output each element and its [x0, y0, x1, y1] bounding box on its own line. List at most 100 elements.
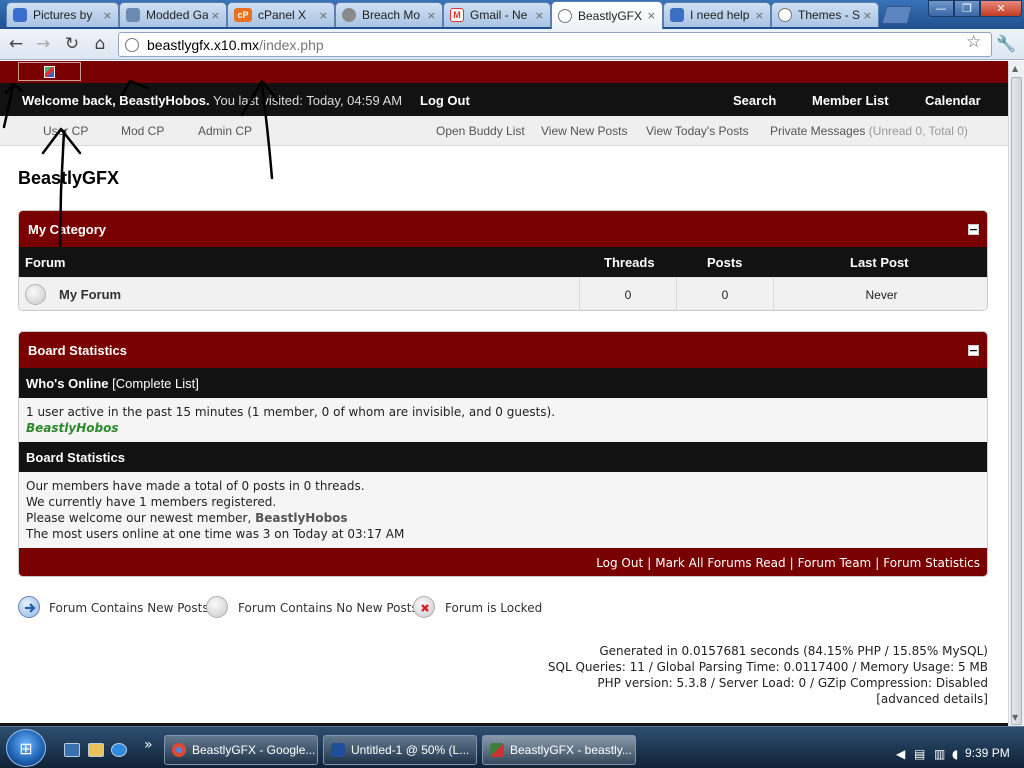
scroll-thumb[interactable] — [1011, 77, 1022, 725]
tab-title: cPanel X — [258, 8, 307, 22]
collapse-icon[interactable]: − — [968, 345, 979, 356]
separator: | — [647, 556, 652, 570]
last-visited: You last visited: Today, 04:59 AM — [209, 93, 403, 108]
close-window-icon[interactable]: ✕ — [980, 0, 1022, 17]
explorer-icon[interactable] — [88, 743, 104, 757]
gmail-favicon: M — [450, 8, 464, 22]
whos-online-header: Who's Online [Complete List] — [19, 368, 987, 398]
legend-no-new-posts: Forum Contains No New Posts — [238, 601, 418, 615]
separator: | — [789, 556, 794, 570]
ftp-client-icon — [490, 743, 504, 757]
scroll-down-icon[interactable]: ▼ — [1012, 713, 1018, 722]
url-path: /index.php — [259, 36, 324, 53]
debug-sql: SQL Queries: 11 / Global Parsing Time: 0… — [547, 660, 988, 674]
taskbar-photoshop[interactable]: Untitled-1 @ 50% (L... — [323, 735, 477, 765]
tab-close-icon[interactable]: × — [535, 9, 544, 22]
tab-modded[interactable]: Modded Ga × — [119, 2, 227, 27]
admin-cp-link[interactable]: Admin CP — [198, 124, 252, 138]
online-user-link[interactable]: BeastlyHobos — [26, 420, 980, 436]
tab-close-icon[interactable]: × — [755, 9, 764, 22]
more-quicklaunch-icon[interactable]: » — [144, 737, 153, 753]
windows-start-icon[interactable]: ⊞ — [6, 729, 46, 767]
bookmark-star-icon[interactable]: ☆ — [966, 32, 981, 52]
col-posts: Posts — [707, 255, 743, 270]
tab-title: I need help — [690, 8, 750, 22]
private-messages-link[interactable]: Private Messages (Unread 0, Total 0) — [770, 124, 968, 138]
new-tab-button[interactable] — [881, 6, 913, 24]
tab-favicon — [126, 8, 140, 22]
mod-cp-link[interactable]: Mod CP — [121, 124, 164, 138]
windows-taskbar: ⊞ » BeastlyGFX - Google... Untitled-1 @ … — [0, 726, 1024, 768]
broken-logo-image[interactable] — [18, 62, 81, 81]
tab-cpanel[interactable]: cP cPanel X × — [227, 2, 335, 27]
todays-posts-link[interactable]: View Today's Posts — [646, 124, 749, 138]
home-icon[interactable]: ⌂ — [88, 33, 112, 55]
user-panel-bar: User CP Mod CP Admin CP Open Buddy List … — [0, 116, 1008, 146]
ie-icon[interactable] — [111, 743, 127, 757]
taskbar-ftp-client[interactable]: BeastlyGFX - beastly... — [482, 735, 636, 765]
maximize-icon[interactable]: ❐ — [954, 0, 980, 17]
category-title[interactable]: My Category — [28, 222, 106, 237]
advanced-details-link[interactable]: [advanced details] — [548, 691, 988, 707]
tab-title: Themes - S — [798, 8, 860, 22]
taskbar-clock[interactable]: 9:39 PM — [965, 746, 1010, 760]
mark-read-link[interactable]: Mark All Forums Read — [655, 556, 785, 570]
threads-count: 0 — [579, 278, 676, 310]
new-posts-link[interactable]: View New Posts — [541, 124, 627, 138]
collapse-icon[interactable]: − — [968, 224, 979, 235]
wrench-icon[interactable]: 🔧 — [996, 34, 1016, 53]
globe-favicon — [558, 8, 572, 23]
tab-close-icon[interactable]: × — [211, 9, 220, 22]
forward-arrow-icon[interactable]: → — [31, 33, 55, 55]
tab-themes[interactable]: Themes - S × — [771, 2, 879, 27]
tab-title: Breach Mo — [362, 8, 421, 22]
tab-gmail[interactable]: M Gmail - Ne × — [443, 2, 551, 27]
tab-close-icon[interactable]: × — [647, 9, 656, 22]
search-link[interactable]: Search — [733, 93, 776, 108]
stats-line-posts: Our members have made a total of 0 posts… — [26, 479, 365, 493]
forum-status-legend: Forum Contains New Posts Forum Contains … — [18, 596, 618, 620]
calendar-link[interactable]: Calendar — [925, 93, 981, 108]
tab-close-icon[interactable]: × — [103, 9, 112, 22]
vertical-scrollbar[interactable]: ▲ ▼ — [1008, 61, 1024, 726]
reload-icon[interactable]: ↻ — [60, 33, 84, 55]
category-header: My Category − — [19, 211, 987, 247]
footer-logout-link[interactable]: Log Out — [596, 556, 643, 570]
complete-list-link[interactable]: [Complete List] — [109, 376, 199, 391]
no-new-posts-icon — [206, 596, 228, 618]
address-bar[interactable]: beastlygfx.x10.mx/index.php — [118, 32, 992, 57]
minimize-icon[interactable]: — — [928, 0, 954, 17]
table-row: My Forum 0 0 Never — [19, 277, 987, 310]
tray-printer-icon[interactable]: ▤ — [914, 747, 925, 761]
tab-beastlygfx-active[interactable]: BeastlyGFX × — [551, 1, 663, 29]
user-cp-link[interactable]: User CP — [43, 124, 88, 138]
taskbar-chrome[interactable]: BeastlyGFX - Google... — [164, 735, 318, 765]
member-list-link[interactable]: Member List — [812, 93, 889, 108]
forum-statistics-link[interactable]: Forum Statistics — [883, 556, 980, 570]
tab-close-icon[interactable]: × — [863, 9, 872, 22]
show-desktop-icon[interactable] — [64, 743, 80, 757]
forum-team-link[interactable]: Forum Team — [798, 556, 872, 570]
forum-table-header: Forum Threads Posts Last Post — [19, 247, 987, 277]
tab-title: Pictures by — [33, 8, 93, 22]
tab-pictures[interactable]: Pictures by × — [6, 2, 119, 27]
tab-close-icon[interactable]: × — [319, 9, 328, 22]
tray-network-icon[interactable]: ▥ — [934, 747, 945, 761]
page-title: BeastlyGFX — [18, 168, 120, 188]
col-last-post: Last Post — [850, 255, 909, 270]
tab-need-help[interactable]: I need help × — [663, 2, 771, 27]
tray-volume-icon[interactable]: ◖ — [952, 747, 958, 761]
back-arrow-icon[interactable]: ← — [4, 33, 28, 55]
forum-name-link[interactable]: My Forum — [59, 287, 121, 302]
buddy-list-link[interactable]: Open Buddy List — [436, 124, 525, 138]
tab-breach[interactable]: Breach Mo × — [335, 2, 443, 27]
stats-line-members: We currently have 1 members registered. — [26, 495, 277, 509]
newest-member-link[interactable]: BeastlyHobos — [255, 511, 347, 525]
scroll-up-icon[interactable]: ▲ — [1012, 64, 1018, 73]
pm-counts: (Unread 0, Total 0) — [865, 124, 968, 138]
logout-link[interactable]: Log Out — [420, 93, 470, 108]
header-logo-strip — [0, 61, 1008, 83]
broken-image-icon — [44, 65, 55, 78]
tray-expand-icon[interactable]: ◀ — [896, 747, 905, 761]
tab-close-icon[interactable]: × — [427, 9, 436, 22]
